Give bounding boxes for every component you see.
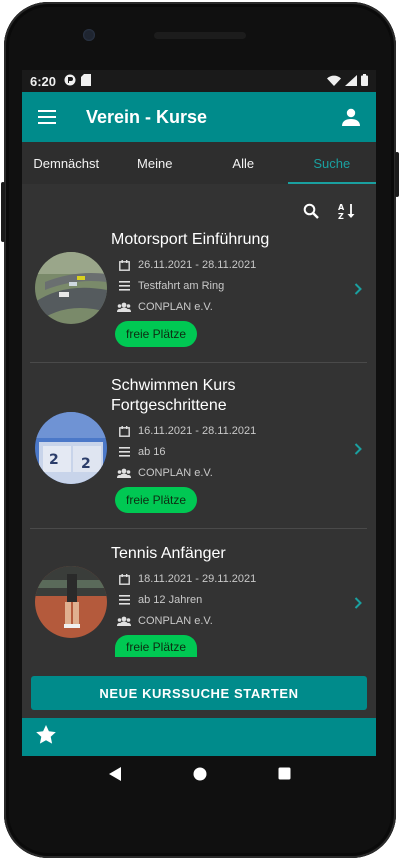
volume-button — [1, 182, 5, 242]
organizer-text: CONPLAN e.V. — [138, 467, 213, 479]
front-camera — [83, 29, 95, 41]
organizer-text: CONPLAN e.V. — [138, 615, 213, 627]
calendar-icon — [117, 572, 131, 586]
course-card[interactable]: 2 2 Schwimmen Kurs Fortgeschrittene 16.1… — [30, 374, 367, 529]
tab-label: Meine — [137, 155, 173, 171]
status-bar: 6:20 — [22, 70, 376, 92]
course-organizer: CONPLAN e.V. — [117, 300, 213, 314]
course-organizer: CONPLAN e.V. — [117, 466, 213, 480]
wifi-icon — [327, 74, 341, 89]
group-icon — [117, 466, 131, 480]
app-screen: 6:20 Verein - Kurse Demnächst Meine Alle… — [22, 70, 376, 756]
svg-text:2: 2 — [81, 456, 91, 472]
list-tools: A Z — [300, 200, 358, 222]
course-title: Schwimmen Kurs Fortgeschrittene — [111, 377, 236, 414]
sort-alpha-icon[interactable]: A Z — [336, 200, 358, 222]
course-card[interactable]: Motorsport Einführung 26.11.2021 - 28.11… — [30, 228, 367, 363]
status-time: 6:20 — [30, 73, 57, 89]
course-card[interactable]: Tennis Anfänger 18.11.2021 - 29.11.2021 … — [30, 542, 367, 662]
group-icon — [117, 300, 131, 314]
star-icon[interactable] — [36, 725, 56, 749]
menu-icon[interactable] — [22, 92, 72, 142]
recents-icon[interactable] — [278, 767, 291, 785]
home-icon[interactable] — [193, 767, 207, 786]
dates-text: 16.11.2021 - 28.11.2021 — [138, 425, 257, 437]
list-icon — [117, 445, 131, 459]
course-organizer: CONPLAN e.V. — [117, 614, 213, 628]
organizer-text: CONPLAN e.V. — [138, 301, 213, 313]
course-image — [35, 566, 107, 638]
info-text: Testfahrt am Ring — [138, 280, 225, 292]
chevron-right-icon[interactable] — [351, 442, 365, 456]
calendar-icon — [117, 424, 131, 438]
power-button — [395, 152, 399, 197]
chevron-right-icon[interactable] — [351, 282, 365, 296]
course-title: Motorsport Einführung — [111, 231, 270, 248]
system-nav-bar — [22, 756, 376, 796]
tab-suche[interactable]: Suche — [287, 142, 377, 184]
tab-bar: Demnächst Meine Alle Suche — [22, 142, 376, 184]
course-dates: 26.11.2021 - 28.11.2021 — [117, 258, 256, 272]
group-icon — [117, 614, 131, 628]
bottom-bar — [22, 718, 376, 756]
list-icon — [117, 593, 131, 607]
svg-text:A: A — [338, 203, 345, 212]
availability-badge: freie Plätze — [115, 321, 198, 347]
availability-badge: freie Plätze — [115, 635, 198, 657]
course-dates: 16.11.2021 - 28.11.2021 — [117, 424, 256, 438]
app-notification-icon — [64, 74, 76, 89]
svg-text:Z: Z — [338, 212, 344, 220]
tab-label: Alle — [232, 155, 255, 171]
course-image: 2 2 — [35, 412, 107, 484]
calendar-icon — [117, 258, 131, 272]
info-text: ab 16 — [138, 446, 166, 458]
course-dates: 18.11.2021 - 29.11.2021 — [117, 572, 256, 586]
svg-text:2: 2 — [49, 452, 59, 468]
course-info: Testfahrt am Ring — [117, 279, 224, 293]
tab-label: Demnächst — [33, 155, 100, 171]
course-title: Tennis Anfänger — [111, 545, 226, 562]
search-icon[interactable] — [300, 200, 322, 222]
chevron-right-icon[interactable] — [351, 596, 365, 610]
dates-text: 26.11.2021 - 28.11.2021 — [138, 259, 257, 271]
list-icon — [117, 279, 131, 293]
tab-meine[interactable]: Meine — [111, 142, 200, 184]
tab-alle[interactable]: Alle — [199, 142, 288, 184]
app-bar: Verein - Kurse — [22, 92, 376, 142]
tab-demnaechst[interactable]: Demnächst — [22, 142, 111, 184]
course-info: ab 16 — [117, 445, 166, 459]
course-image — [35, 252, 107, 324]
availability-badge: freie Plätze — [115, 487, 198, 513]
course-info: ab 12 Jahren — [117, 593, 202, 607]
signal-icon — [345, 74, 357, 89]
list-divider — [30, 528, 367, 529]
back-icon[interactable] — [108, 766, 122, 787]
battery-icon — [361, 73, 368, 89]
info-text: ab 12 Jahren — [138, 594, 203, 606]
dates-text: 18.11.2021 - 29.11.2021 — [138, 573, 257, 585]
earpiece-speaker — [154, 32, 246, 39]
sd-card-icon — [81, 73, 92, 89]
tab-label: Suche — [313, 155, 351, 171]
user-icon[interactable] — [326, 92, 376, 142]
new-search-button[interactable]: NEUE KURSSUCHE STARTEN — [31, 676, 367, 710]
list-divider — [30, 362, 367, 363]
page-title: Verein - Kurse — [86, 106, 208, 127]
